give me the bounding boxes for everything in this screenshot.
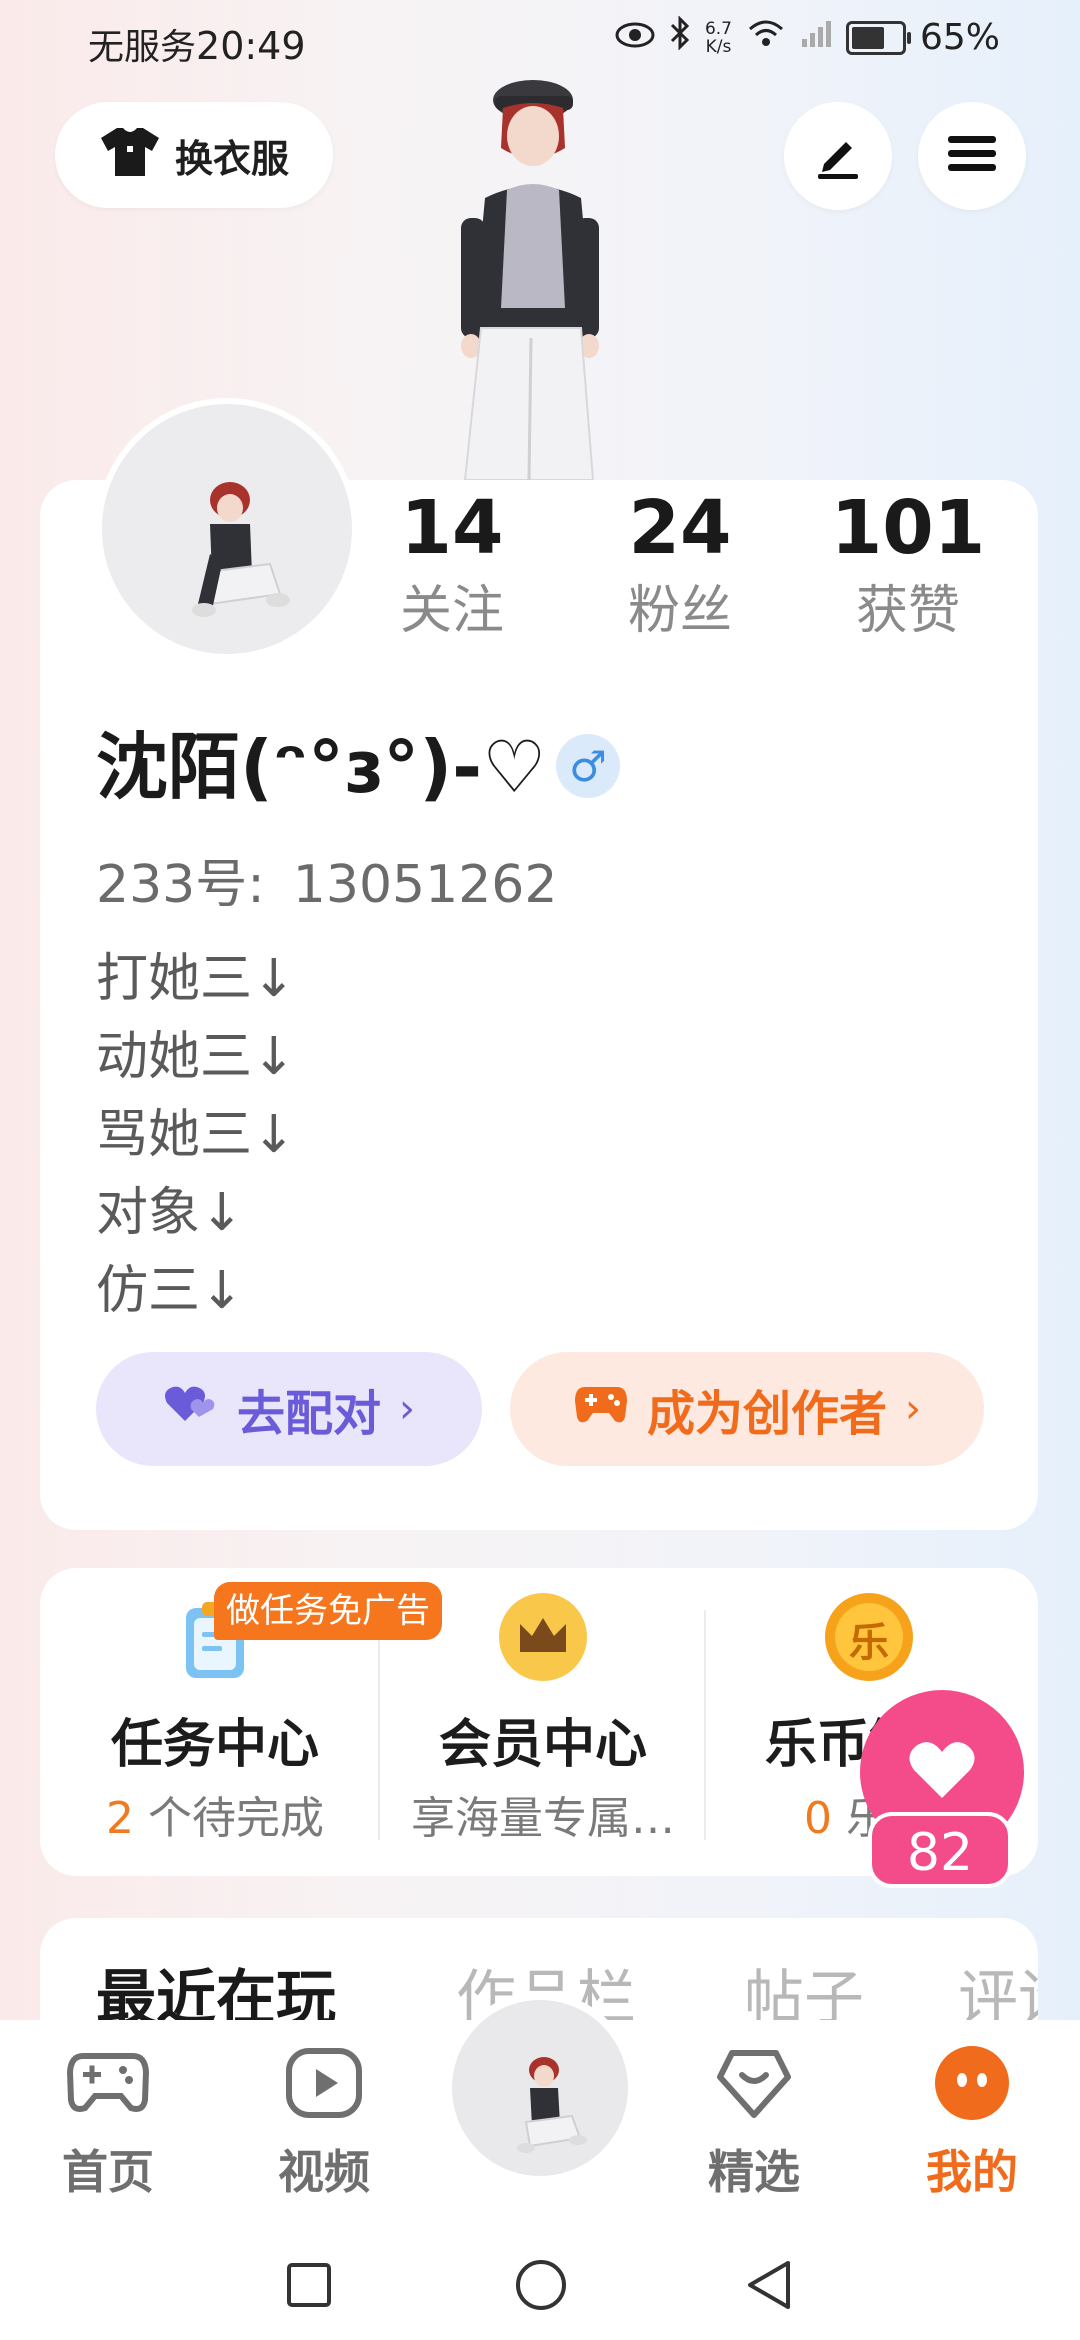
- following-label: 关注: [399, 581, 504, 641]
- status-left: 无服务20:49: [88, 18, 306, 70]
- user-id-label: 233号:: [96, 855, 265, 915]
- nav-video[interactable]: 视频: [254, 2040, 394, 2202]
- tshirt-icon: [99, 124, 161, 187]
- battery-icon: [845, 20, 911, 55]
- signal-icon: [800, 17, 832, 58]
- gamepad-icon: [573, 1381, 629, 1437]
- match-label: 去配对: [236, 1386, 381, 1442]
- battery-percent: 65%: [919, 17, 1000, 58]
- menu-button[interactable]: [918, 102, 1026, 210]
- vip-center-sub: 享海量专属…: [411, 1793, 675, 1844]
- wifi-icon: [746, 17, 786, 58]
- following-count: 14: [400, 485, 504, 571]
- bio-line: 动她三↓: [96, 1027, 296, 1087]
- followers-count: 24: [628, 485, 732, 571]
- no-ads-badge[interactable]: 做任务免广告: [214, 1582, 442, 1640]
- stat-following[interactable]: 14 关注: [352, 486, 552, 646]
- net-speed: 6.7 K/s: [704, 18, 732, 57]
- eye-icon: [615, 17, 655, 58]
- heart-box-icon: [711, 2040, 797, 2126]
- username: 沈陌(ᵔ°ɜ°)-♡: [96, 725, 547, 809]
- stat-followers[interactable]: 24 粉丝: [580, 486, 780, 646]
- center-avatar-button[interactable]: [444, 1992, 636, 2184]
- system-nav-bar: [0, 2230, 1080, 2340]
- user-id-value: 13051262: [292, 855, 558, 915]
- carrier-text: 无服务: [88, 27, 197, 68]
- match-button[interactable]: 去配对 ›: [96, 1352, 482, 1466]
- stat-likes[interactable]: 101 获赞: [808, 486, 1008, 646]
- back-triangle-icon[interactable]: [744, 2258, 794, 2316]
- nav-me[interactable]: 我的: [902, 2040, 1042, 2202]
- chevron-right-icon: ›: [905, 1386, 921, 1432]
- likes-count: 101: [830, 485, 986, 571]
- creator-label: 成为创作者: [646, 1386, 887, 1442]
- profile-avatar[interactable]: [96, 398, 358, 660]
- bio-line: 打她三↓: [96, 949, 296, 1009]
- male-icon: ♂: [556, 734, 620, 798]
- user-id[interactable]: 233号: 13051262: [96, 842, 557, 917]
- chevron-right-icon: ›: [399, 1386, 415, 1432]
- heart-icon: [906, 1738, 978, 1806]
- gamepad-icon: [65, 2040, 151, 2126]
- become-creator-button[interactable]: 成为创作者 ›: [510, 1352, 984, 1466]
- nav-featured-label: 精选: [708, 2145, 800, 2199]
- pen-icon: [812, 128, 864, 184]
- status-right: 6.7 K/s 65%: [615, 15, 1000, 59]
- bio-line: 仿三↓: [96, 1261, 244, 1321]
- face-icon: [929, 2040, 1015, 2126]
- nav-me-label: 我的: [926, 2145, 1018, 2199]
- nav-featured[interactable]: 精选: [684, 2040, 824, 2202]
- home-circle-icon[interactable]: [514, 2258, 568, 2316]
- bluetooth-icon: [669, 15, 691, 59]
- likes-label: 获赞: [855, 581, 960, 641]
- task-center-title: 任务中心: [110, 1715, 319, 1775]
- bio-line: 对象↓: [96, 1183, 244, 1243]
- dress-up-label: 换衣服: [174, 136, 289, 181]
- nav-video-label: 视频: [278, 2145, 370, 2199]
- hearts-icon: [163, 1381, 219, 1437]
- crown-icon: [496, 1590, 590, 1684]
- like-count-badge: 82: [868, 1812, 1012, 1888]
- hamburger-icon: [946, 132, 998, 180]
- play-icon: [281, 2040, 367, 2126]
- nav-home-label: 首页: [62, 2145, 154, 2199]
- dress-up-button[interactable]: 换衣服: [55, 102, 333, 208]
- task-center-sub: 2 个待完成: [106, 1793, 324, 1844]
- vip-center-title: 会员中心: [438, 1715, 647, 1775]
- followers-label: 粉丝: [627, 581, 732, 641]
- status-bar: 无服务20:49 6.7 K/s 65%: [0, 0, 1080, 84]
- recent-apps-icon[interactable]: [284, 2260, 334, 2314]
- edit-profile-button[interactable]: [784, 102, 892, 210]
- clock: 20:49: [196, 24, 306, 68]
- bio: 打她三↓ 动她三↓ 骂她三↓ 对象↓ 仿三↓: [96, 940, 296, 1330]
- bio-line: 骂她三↓: [96, 1105, 296, 1165]
- nav-home[interactable]: 首页: [38, 2040, 178, 2202]
- avatar-3d-figure[interactable]: [425, 78, 635, 481]
- coin-icon: 乐: [822, 1590, 916, 1684]
